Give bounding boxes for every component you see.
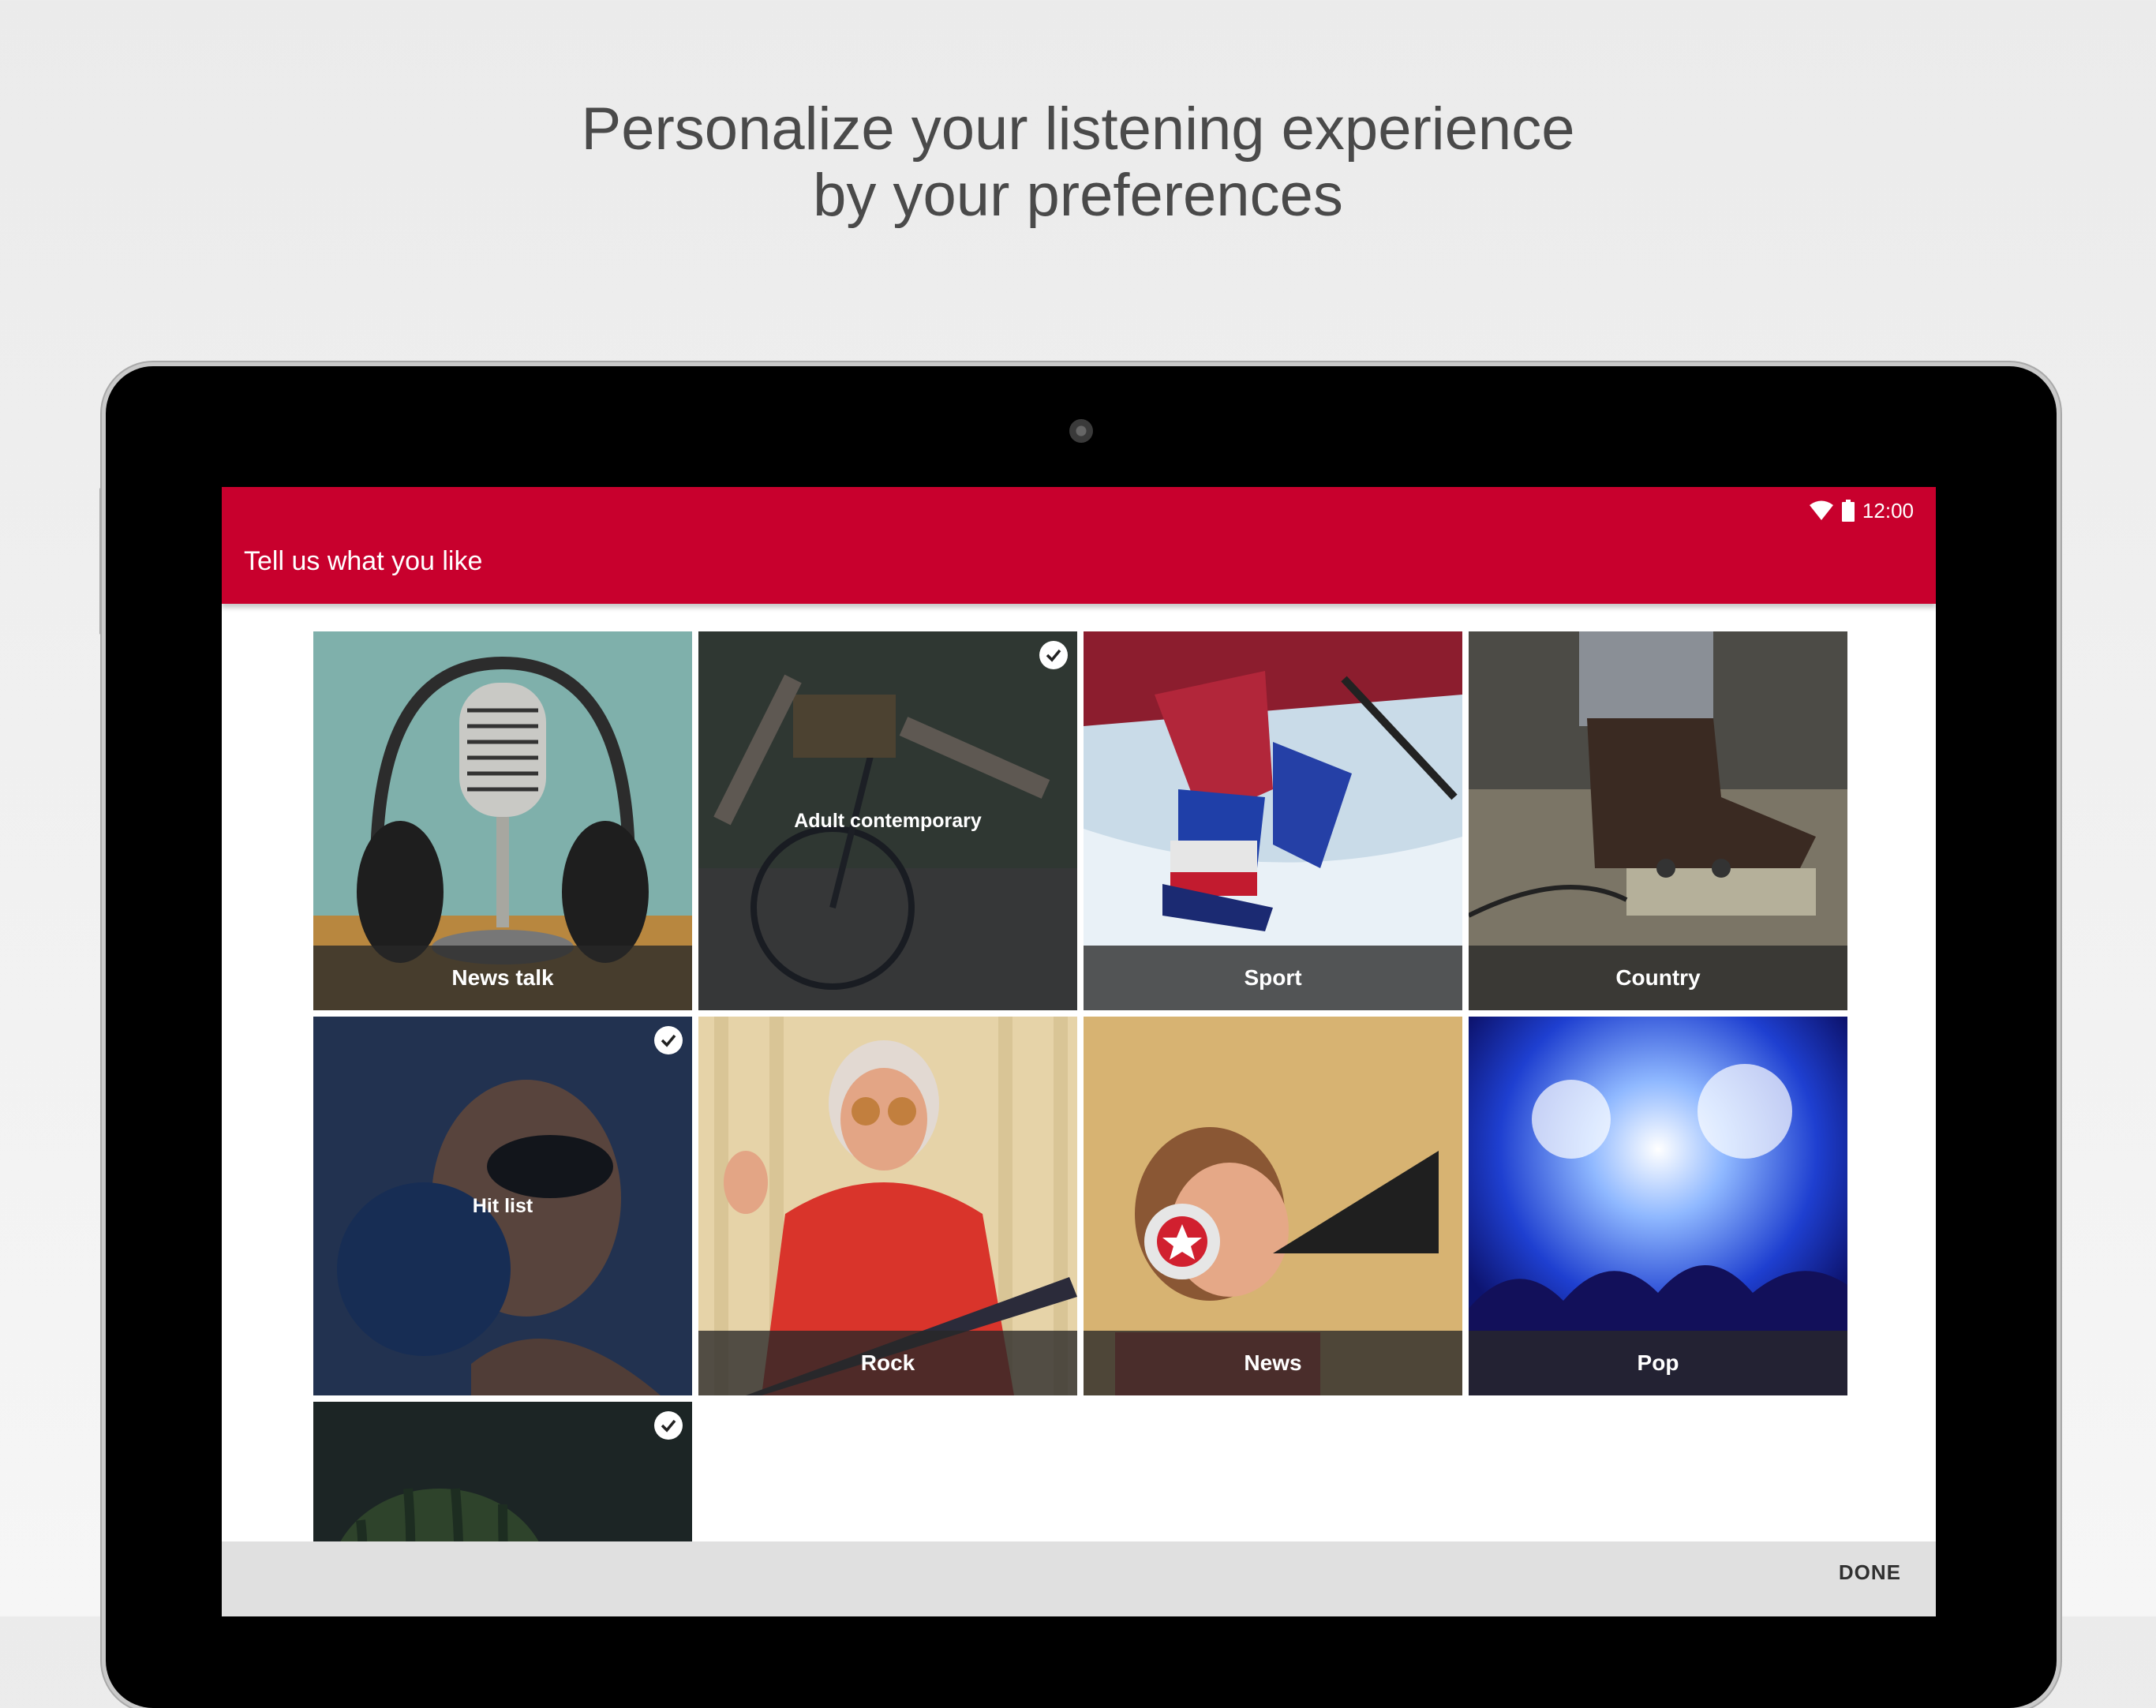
genre-tile-country[interactable]: Country [1469,631,1847,1010]
marketing-headline: Personalize your listening experience by… [0,96,2156,229]
headline-line-2: by your preferences [813,162,1343,229]
tablet-volume-button [99,488,103,635]
tile-label: Sport [1084,946,1462,1010]
genre-tile-news[interactable]: News [1084,1017,1462,1395]
device-screen: 12:00 Tell us what you like News talk Ad… [222,487,1936,1616]
tile-label: Country [1469,946,1847,1010]
tile-label: Adult contemporary [794,809,982,832]
camera-icon [1069,419,1093,443]
tile-label: Hit list [472,1194,533,1217]
genre-tile-pop[interactable]: Pop [1469,1017,1847,1395]
tile-label: News [1084,1331,1462,1395]
genre-tile-sport[interactable]: Sport [1084,631,1462,1010]
genre-tile-rock[interactable]: Rock [698,1017,1077,1395]
page-title: Tell us what you like [244,546,483,576]
tile-label: Rock [698,1331,1077,1395]
wifi-icon [1809,500,1834,521]
genre-tile-news-talk[interactable]: News talk [313,631,692,1010]
bottom-action-bar: DONE [222,1541,1936,1616]
status-time: 12:00 [1862,498,1914,523]
tile-label: News talk [313,946,692,1010]
genre-tile-hit-list[interactable]: Hit list [313,1017,692,1395]
tablet-power-button [234,361,289,365]
tile-label: Pop [1469,1331,1847,1395]
headline-line-1: Personalize your listening experience [581,96,1575,163]
checkmark-icon [654,1411,683,1440]
done-button[interactable]: DONE [1839,1560,1901,1585]
checkmark-icon [1039,641,1068,669]
status-bar: 12:00 [1809,496,1914,525]
checkmark-icon [654,1026,683,1054]
battery-icon [1841,500,1855,522]
app-bar: 12:00 Tell us what you like [222,487,1936,604]
genre-tile-adult-contemporary[interactable]: Adult contemporary [698,631,1077,1010]
